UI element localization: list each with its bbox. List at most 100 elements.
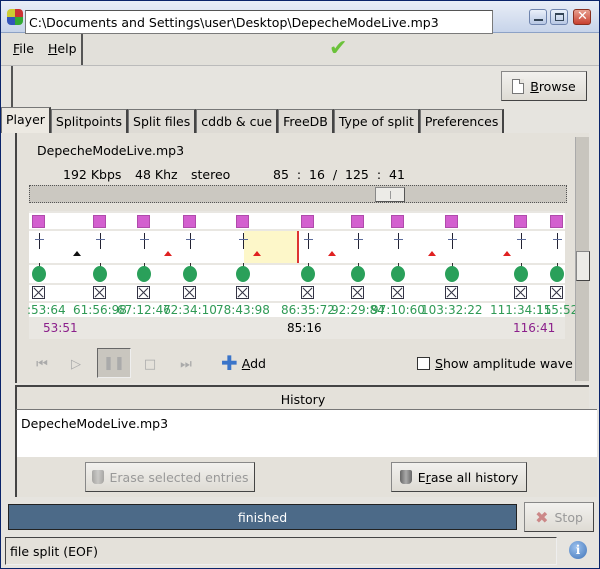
seek-bar[interactable] xyxy=(29,185,567,203)
vertical-scrollbar[interactable] xyxy=(575,137,590,381)
splitpoint-tick[interactable] xyxy=(185,233,195,249)
minimize-icon xyxy=(534,19,543,21)
splitpoint-checkbox[interactable] xyxy=(514,286,528,299)
tab-freedb[interactable]: FreeDB xyxy=(278,109,334,133)
tab-type-of-split[interactable]: Type of split xyxy=(333,109,420,133)
splitpoint-checkbox[interactable] xyxy=(390,286,404,299)
browse-button[interactable]: Browse xyxy=(501,71,587,101)
splitpoint-play-handle[interactable] xyxy=(351,266,366,282)
minimize-button[interactable] xyxy=(529,9,547,25)
splitpoint-marker[interactable] xyxy=(31,215,45,228)
splitpoint-play-handle[interactable] xyxy=(444,266,459,282)
status-message: file split (EOF) xyxy=(5,537,557,565)
splitpoint-checkbox[interactable] xyxy=(31,286,45,299)
menu-file[interactable]: File xyxy=(13,41,34,56)
pause-icon: ❚❚ xyxy=(103,355,125,371)
splitpoint-play-handle[interactable] xyxy=(390,266,405,282)
history-entry[interactable]: DepecheModeLive.mp3 xyxy=(21,416,593,431)
stop-button[interactable]: □ xyxy=(137,351,163,377)
splitpoint-checkbox[interactable] xyxy=(550,286,564,299)
tab-split-files[interactable]: Split files xyxy=(128,109,197,133)
splitpoint-marker[interactable] xyxy=(514,215,528,228)
tab-splitpoints[interactable]: Splitpoints xyxy=(50,109,129,133)
splitpoint-marker[interactable] xyxy=(351,215,365,228)
close-button[interactable]: ✕ xyxy=(573,9,591,25)
amplitude-checkbox[interactable] xyxy=(417,357,430,370)
previous-button[interactable]: ⏮ xyxy=(29,351,55,377)
splitpoint-marker[interactable] xyxy=(550,215,564,228)
splitpoint-label: 115:52 xyxy=(536,303,579,317)
splitpoint-play-handle[interactable] xyxy=(235,266,250,282)
history-list[interactable]: DepecheModeLive.mp3 xyxy=(15,409,597,457)
splitpoint-play-handle[interactable] xyxy=(136,266,151,282)
erase-all-history-button[interactable]: Erase all history xyxy=(391,462,527,492)
silence-marker xyxy=(252,251,261,256)
splitpoint-play-handle[interactable] xyxy=(300,266,315,282)
circle-lane xyxy=(29,265,565,283)
splitpoint-checkbox[interactable] xyxy=(300,286,314,299)
splitpoint-marker[interactable] xyxy=(444,215,458,228)
add-label: Add xyxy=(241,355,266,371)
splitpoint-marker[interactable] xyxy=(182,215,196,228)
time-readout: 85 : 16 / 125 : 41 xyxy=(273,167,405,182)
silence-marker xyxy=(73,251,82,256)
splitpoint-tick[interactable] xyxy=(553,233,563,249)
channel-mode: stereo xyxy=(191,167,231,182)
splitpoint-tick[interactable] xyxy=(354,233,364,249)
tab-bar: Player Splitpoints Split files cddb & cu… xyxy=(1,107,505,133)
progress-bar: finished xyxy=(8,504,517,530)
splitpoint-tick[interactable] xyxy=(95,233,105,249)
splitpoint-play-handle[interactable] xyxy=(514,266,529,282)
silence-marker xyxy=(164,251,173,256)
player-panel: DepecheModeLive.mp3 192 Kbps 48 Khz ster… xyxy=(15,133,590,383)
splitpoint-tick[interactable] xyxy=(393,233,403,249)
tab-player[interactable]: Player xyxy=(1,107,51,133)
tab-preferences[interactable]: Preferences xyxy=(419,109,505,133)
splitpoint-checkbox[interactable] xyxy=(351,286,365,299)
current-filename: DepecheModeLive.mp3 xyxy=(37,143,185,158)
amplitude-toggle[interactable]: Show amplitude wave xyxy=(417,356,573,371)
next-button[interactable]: ⏭ xyxy=(173,351,199,377)
history-header: History xyxy=(15,385,589,409)
play-button[interactable]: ▷ xyxy=(63,351,89,377)
tab-cddb-cue[interactable]: cddb & cue xyxy=(196,109,279,133)
splitpoint-marker[interactable] xyxy=(300,215,314,228)
stop-icon: □ xyxy=(143,356,157,372)
splitpoint-tick[interactable] xyxy=(303,233,313,249)
pause-button[interactable]: ❚❚ xyxy=(97,348,131,378)
document-icon xyxy=(512,78,525,94)
splitpoint-checkbox[interactable] xyxy=(444,286,458,299)
splitpoint-tick[interactable] xyxy=(34,233,44,249)
plus-icon: ✚ xyxy=(221,351,238,375)
splitpoint-marker[interactable] xyxy=(390,215,404,228)
splitpoint-tick[interactable] xyxy=(517,233,527,249)
splitpoint-play-handle[interactable] xyxy=(92,266,107,282)
splitpoint-tick[interactable] xyxy=(238,233,248,249)
splitpoint-play-handle[interactable] xyxy=(31,266,46,282)
menu-help[interactable]: Help xyxy=(48,41,77,56)
splitpoint-tick[interactable] xyxy=(139,233,149,249)
erase-selected-label: Erase selected entries xyxy=(109,469,249,485)
scrollbar-thumb[interactable] xyxy=(576,251,590,281)
splitpoint-checkbox[interactable] xyxy=(92,286,106,299)
splitpoint-play-handle[interactable] xyxy=(182,266,197,282)
splitpoint-marker[interactable] xyxy=(136,215,150,228)
splitpoint-checkbox[interactable] xyxy=(235,286,249,299)
bitrate: 192 Kbps xyxy=(63,167,122,182)
menu-help-mnemonic: H xyxy=(48,41,58,56)
splitpoint-marker[interactable] xyxy=(92,215,106,228)
splitpoint-checkbox[interactable] xyxy=(182,286,196,299)
file-path-input[interactable]: C:\Documents and Settings\user\Desktop\D… xyxy=(25,10,493,34)
erase-selected-button[interactable]: Erase selected entries xyxy=(85,462,255,492)
stop-split-button[interactable]: ✖ Stop xyxy=(524,502,594,532)
add-splitpoint-button[interactable]: ✚ Add xyxy=(221,353,266,373)
seek-handle[interactable] xyxy=(375,187,405,202)
splitpoint-marker[interactable] xyxy=(235,215,249,228)
info-icon[interactable]: i xyxy=(569,541,587,559)
maximize-button[interactable] xyxy=(550,9,568,25)
splitpoint-timeline[interactable]: 53:51 85:16 116:41 :53:64 61:56:98 67:12:4… xyxy=(27,211,578,339)
splitpoint-checkbox[interactable] xyxy=(136,286,150,299)
splitpoint-label: 72:34:10 xyxy=(163,303,217,317)
splitpoint-tick[interactable] xyxy=(447,233,457,249)
silence-marker xyxy=(328,251,337,256)
